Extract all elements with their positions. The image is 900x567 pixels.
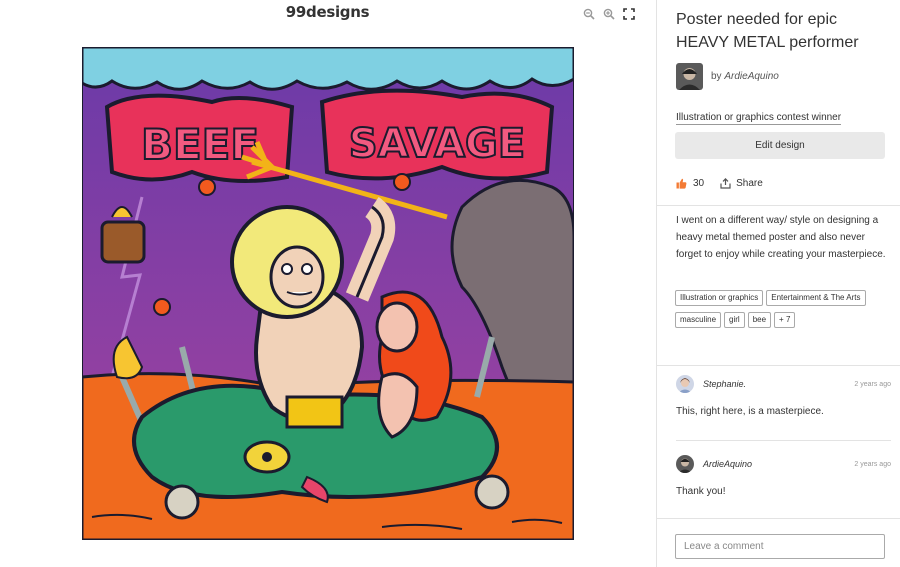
tag-illustration[interactable]: Illustration or graphics bbox=[675, 290, 764, 306]
divider bbox=[657, 518, 900, 519]
comment-input[interactable] bbox=[675, 534, 885, 559]
author-row: by ArdieAquino bbox=[676, 63, 779, 90]
zoom-out-icon[interactable] bbox=[583, 8, 595, 20]
comment-text: This, right here, is a masterpiece. bbox=[676, 406, 824, 417]
comment-text: Thank you! bbox=[676, 486, 726, 497]
design-description: I went on a different way/ style on desi… bbox=[676, 215, 886, 260]
comment-item: ArdieAquino 2 years ago Thank you! bbox=[676, 455, 891, 497]
edit-design-button[interactable]: Edit design bbox=[675, 132, 885, 159]
divider bbox=[676, 440, 891, 441]
commenter-name[interactable]: ArdieAquino bbox=[703, 459, 854, 469]
brand-logo[interactable]: 99designs bbox=[0, 3, 655, 21]
share-icon bbox=[720, 178, 731, 189]
comment-timestamp: 2 years ago bbox=[854, 380, 891, 388]
divider bbox=[657, 205, 900, 206]
comment-timestamp: 2 years ago bbox=[854, 460, 891, 468]
svg-text:SAVAGE: SAVAGE bbox=[349, 121, 525, 167]
contest-winner-link[interactable]: Illustration or graphics contest winner bbox=[676, 112, 842, 125]
author-name[interactable]: ArdieAquino bbox=[724, 71, 778, 82]
commenter-avatar[interactable] bbox=[676, 375, 694, 393]
comment-item: Stephanie. 2 years ago This, right here,… bbox=[676, 375, 891, 417]
author-prefix: by bbox=[711, 71, 722, 82]
author-avatar[interactable] bbox=[676, 63, 703, 90]
share-label: Share bbox=[736, 178, 763, 189]
design-details-panel: Poster needed for epic HEAVY METAL perfo… bbox=[656, 0, 900, 567]
tag-entertainment[interactable]: Entertainment & The Arts bbox=[766, 290, 866, 306]
svg-text:BEEF: BEEF bbox=[141, 120, 259, 169]
comment-header: Stephanie. 2 years ago bbox=[676, 375, 891, 393]
design-artwork[interactable]: BEEF SAVAGE bbox=[82, 47, 574, 540]
design-title: Poster needed for epic HEAVY METAL perfo… bbox=[676, 11, 859, 51]
artwork-illustration: BEEF SAVAGE bbox=[82, 47, 574, 540]
fullscreen-icon[interactable] bbox=[623, 8, 635, 20]
more-tags-button[interactable]: + 7 bbox=[774, 312, 796, 328]
share-button[interactable]: Share bbox=[720, 178, 763, 189]
tag-bee[interactable]: bee bbox=[747, 312, 772, 328]
viewer-toolbar bbox=[583, 8, 635, 20]
thumbs-up-icon bbox=[676, 178, 687, 189]
like-button[interactable]: 30 bbox=[676, 178, 704, 189]
image-viewer: 99designs BEEF SAVAGE bbox=[0, 0, 655, 567]
design-actions: 30 Share bbox=[676, 178, 763, 189]
divider bbox=[657, 365, 900, 366]
zoom-in-icon[interactable] bbox=[603, 8, 615, 20]
comment-header: ArdieAquino 2 years ago bbox=[676, 455, 891, 473]
beef-savage-lettering: BEEF SAVAGE bbox=[104, 88, 555, 183]
commenter-avatar[interactable] bbox=[676, 455, 694, 473]
tag-masculine[interactable]: masculine bbox=[675, 312, 722, 328]
tag-list: Illustration or graphics Entertainment &… bbox=[675, 290, 897, 332]
like-count: 30 bbox=[693, 178, 705, 189]
commenter-name[interactable]: Stephanie. bbox=[703, 379, 854, 389]
tag-girl[interactable]: girl bbox=[724, 312, 745, 328]
author-byline: by ArdieAquino bbox=[711, 71, 779, 82]
